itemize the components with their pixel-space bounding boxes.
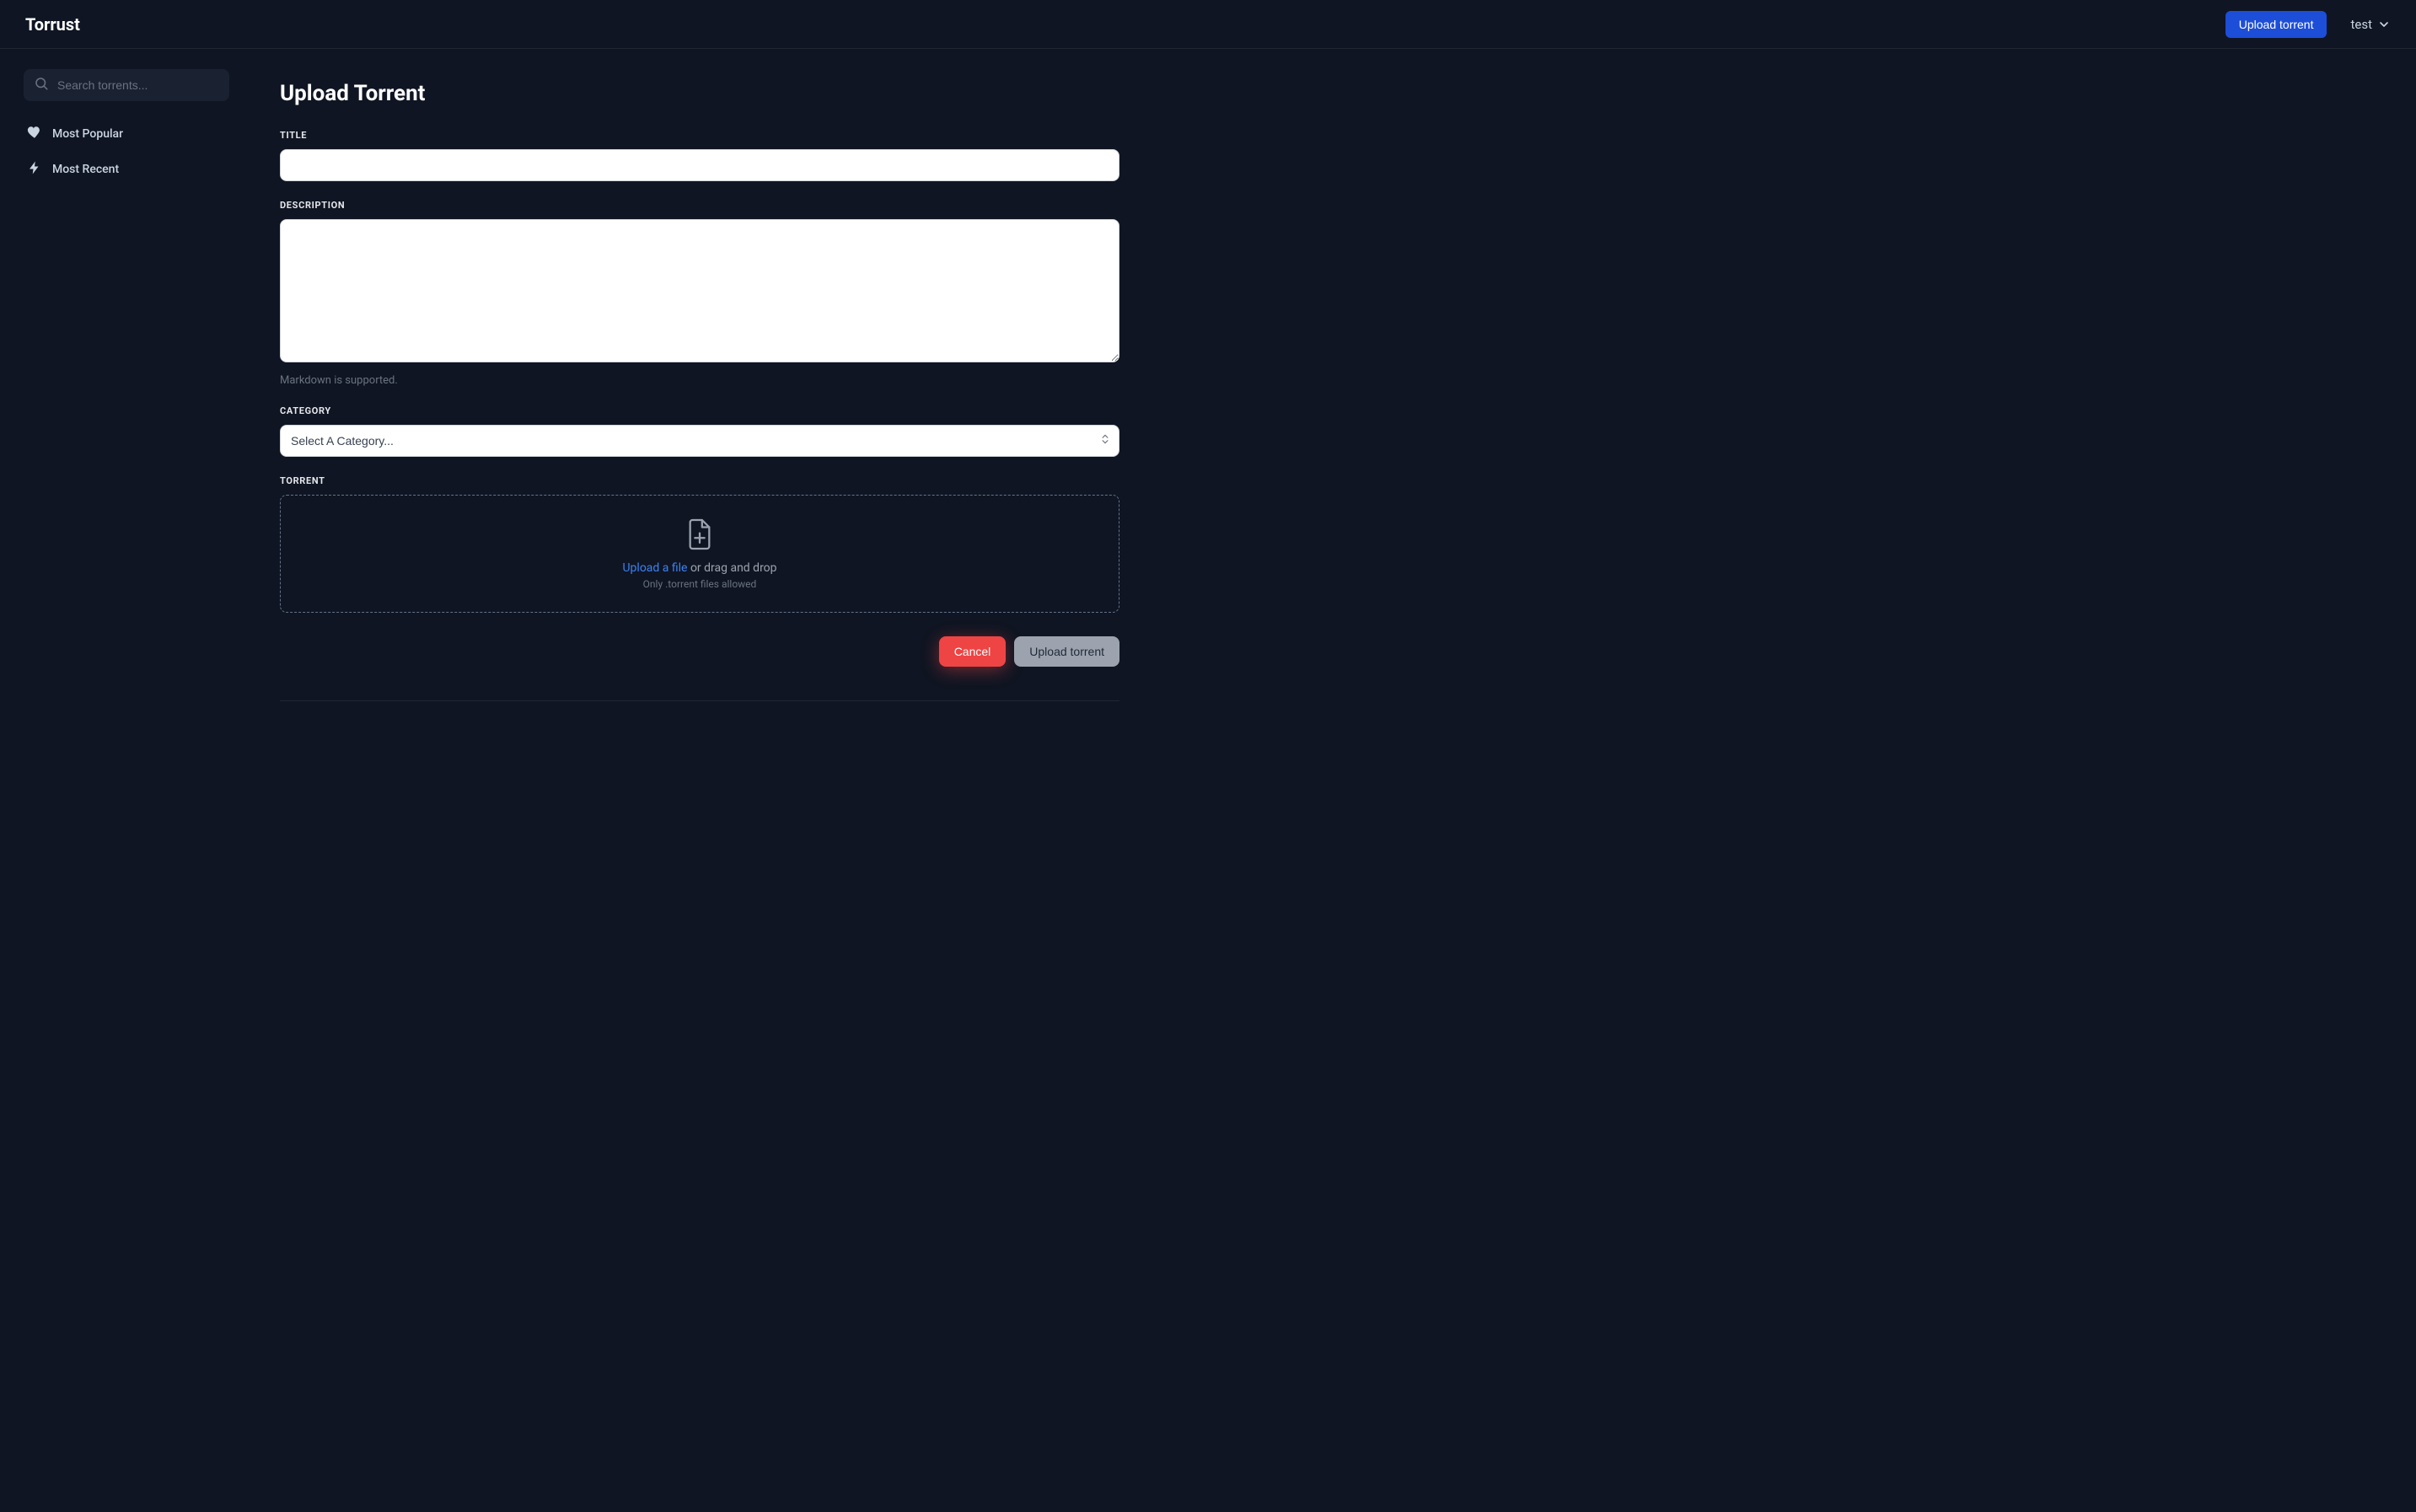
markdown-hint: Markdown is supported. bbox=[280, 374, 1119, 387]
category-select[interactable]: Select A Category... bbox=[280, 425, 1119, 457]
dropzone-subtext: Only .torrent files allowed bbox=[294, 578, 1105, 590]
dropzone-text: Upload a file or drag and drop bbox=[294, 561, 1105, 575]
content: Upload Torrent TITLE DESCRIPTION Markdow… bbox=[253, 49, 1146, 752]
divider bbox=[280, 700, 1119, 701]
cancel-button[interactable]: Cancel bbox=[939, 636, 1007, 667]
category-label: CATEGORY bbox=[280, 405, 1119, 416]
search-icon bbox=[34, 76, 49, 94]
form-actions: Cancel Upload torrent bbox=[280, 636, 1119, 667]
sidebar-item-label: Most Popular bbox=[52, 127, 123, 141]
torrent-dropzone[interactable]: Upload a file or drag and drop Only .tor… bbox=[280, 495, 1119, 613]
title-input[interactable] bbox=[280, 149, 1119, 181]
sidebar: Most Popular Most Recent bbox=[0, 49, 253, 752]
upload-torrent-submit-button[interactable]: Upload torrent bbox=[1014, 636, 1119, 667]
upload-torrent-header-button[interactable]: Upload torrent bbox=[2225, 11, 2327, 38]
dropzone-suffix: or drag and drop bbox=[687, 561, 776, 575]
brand-logo[interactable]: Torrust bbox=[25, 14, 80, 35]
category-select-wrap: Select A Category... bbox=[280, 425, 1119, 457]
chevron-down-icon bbox=[2377, 18, 2391, 31]
torrent-label: TORRENT bbox=[280, 475, 1119, 486]
sidebar-item-label: Most Recent bbox=[52, 163, 119, 176]
heart-icon bbox=[27, 125, 42, 143]
user-menu[interactable]: test bbox=[2350, 17, 2391, 32]
search-input[interactable] bbox=[57, 78, 219, 92]
app-header: Torrust Upload torrent test bbox=[0, 0, 2416, 49]
description-label: DESCRIPTION bbox=[280, 200, 1119, 211]
header-right: Upload torrent test bbox=[2225, 11, 2391, 38]
user-name-label: test bbox=[2350, 17, 2372, 32]
page-title: Upload Torrent bbox=[280, 81, 1119, 106]
main-layout: Most Popular Most Recent Upload Torrent … bbox=[0, 49, 2416, 752]
title-label: TITLE bbox=[280, 130, 1119, 141]
file-plus-icon bbox=[685, 517, 714, 555]
description-textarea[interactable] bbox=[280, 219, 1119, 362]
search-field[interactable] bbox=[24, 69, 229, 101]
sidebar-item-most-popular[interactable]: Most Popular bbox=[24, 116, 229, 152]
bolt-icon bbox=[27, 160, 42, 179]
upload-file-link[interactable]: Upload a file bbox=[622, 561, 687, 575]
sidebar-item-most-recent[interactable]: Most Recent bbox=[24, 152, 229, 187]
